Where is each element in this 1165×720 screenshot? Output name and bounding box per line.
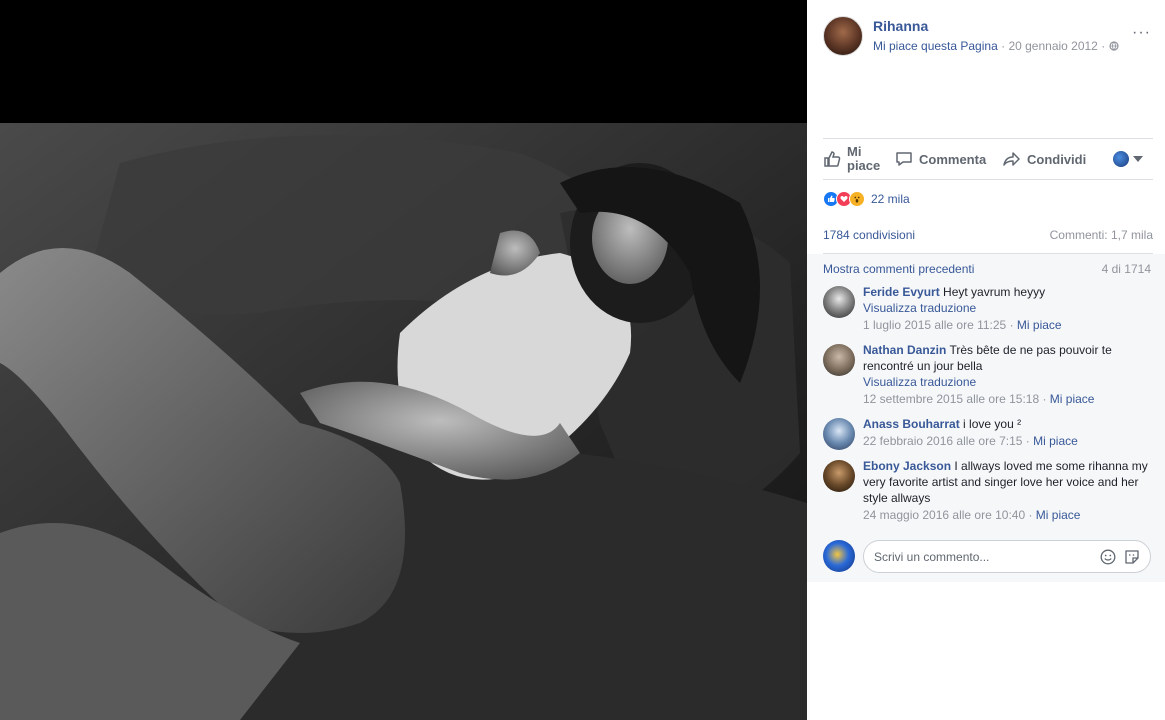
post-photo[interactable] (0, 123, 807, 720)
audience-selector[interactable] (1113, 139, 1143, 179)
user-globe-icon (1113, 151, 1129, 167)
comment-input-placeholder: Scrivi un commento... (874, 550, 990, 564)
comment-author[interactable]: Ebony Jackson (863, 459, 951, 473)
post-actions-bar: Mi piace Commenta Condividi (823, 138, 1153, 180)
comment-meta: 22 febbraio 2016 alle ore 7:15 · Mi piac… (863, 434, 1078, 448)
more-options-icon[interactable]: ··· (1132, 24, 1151, 42)
privacy-globe-icon (1108, 41, 1119, 51)
panel-blank-area (807, 582, 1165, 720)
comments-section: Mostra commenti precedenti 4 di 1714 Fer… (807, 254, 1165, 582)
post-meta: Mi piace questa Pagina · 20 gennaio 2012… (873, 39, 1119, 53)
post-date[interactable]: 20 gennaio 2012 (1008, 39, 1097, 53)
reactions-summary[interactable]: 22 mila (823, 190, 910, 208)
see-translation-link[interactable]: Visualizza traduzione (863, 300, 1153, 316)
commenter-avatar[interactable] (823, 418, 855, 450)
share-button[interactable]: Condividi (1003, 139, 1086, 179)
like-page-link[interactable]: Mi piace questa Pagina (873, 39, 998, 53)
chevron-down-icon (1133, 156, 1143, 162)
comment-body: Feride Evyurt Heyt yavrum heyyy Visualiz… (863, 284, 1153, 333)
comment-body: Anass Bouharrat i love you ² 22 febbraio… (863, 416, 1153, 449)
comment-author[interactable]: Nathan Danzin (863, 343, 946, 357)
comment-text: i love you ² (963, 417, 1022, 431)
post-side-panel: Rihanna Mi piace questa Pagina · 20 genn… (807, 0, 1165, 720)
comment-item: Nathan Danzin Très bête de ne pas pouvoi… (823, 342, 1153, 410)
comments-count[interactable]: Commenti: 1,7 mila (1050, 228, 1153, 242)
post-stats: 1784 condivisioni Commenti: 1,7 mila (823, 228, 1153, 244)
comment-like-link[interactable]: Mi piace (1033, 434, 1078, 448)
comment-meta: 24 maggio 2016 alle ore 10:40 · Mi piace (863, 508, 1081, 522)
thumbs-up-icon (824, 151, 841, 167)
comment-item: Anass Bouharrat i love you ² 22 febbraio… (823, 416, 1153, 452)
meta-separator-2: · (1101, 39, 1106, 53)
show-previous-comments-link[interactable]: Mostra commenti precedenti (823, 262, 974, 276)
commenter-avatar[interactable] (823, 460, 855, 492)
like-button[interactable]: Mi piace (823, 139, 887, 179)
post-header: Rihanna Mi piace questa Pagina · 20 genn… (823, 16, 1153, 56)
page-name-link[interactable]: Rihanna (873, 18, 928, 34)
like-label: Mi piace (847, 144, 881, 173)
photo-viewer (0, 0, 807, 720)
commenter-avatar[interactable] (823, 286, 855, 318)
see-translation-link[interactable]: Visualizza traduzione (863, 374, 1153, 390)
share-arrow-icon (1003, 152, 1020, 166)
comment-bubble-icon (896, 152, 912, 166)
comment-like-link[interactable]: Mi piace (1036, 508, 1081, 522)
comment-meta: 12 settembre 2015 alle ore 15:18 · Mi pi… (863, 392, 1095, 406)
shares-count[interactable]: 1784 condivisioni (823, 228, 915, 242)
emoji-icon[interactable] (1100, 549, 1116, 565)
commenter-avatar[interactable] (823, 344, 855, 376)
comment-author[interactable]: Feride Evyurt (863, 285, 940, 299)
comment-like-link[interactable]: Mi piace (1017, 318, 1062, 332)
sticker-icon[interactable] (1124, 549, 1140, 565)
comment-timestamp[interactable]: 1 luglio 2015 alle ore 11:25 (863, 318, 1006, 332)
comment-timestamp[interactable]: 22 febbraio 2016 alle ore 7:15 (863, 434, 1022, 448)
comment-label: Commenta (919, 151, 987, 167)
comment-item: Ebony Jackson I allways loved me some ri… (823, 458, 1153, 528)
comment-composer: Scrivi un commento... (823, 540, 1153, 574)
comment-input[interactable]: Scrivi un commento... (863, 540, 1151, 573)
comment-author[interactable]: Anass Bouharrat (863, 417, 960, 431)
page-avatar[interactable] (823, 16, 863, 56)
comment-body: Ebony Jackson I allways loved me some ri… (863, 458, 1153, 523)
comment-button[interactable]: Commenta (895, 139, 986, 179)
meta-separator: · (1001, 39, 1006, 53)
comment-like-link[interactable]: Mi piace (1050, 392, 1095, 406)
comment-text: Heyt yavrum heyyy (943, 285, 1046, 299)
comment-timestamp[interactable]: 12 settembre 2015 alle ore 15:18 (863, 392, 1039, 406)
share-label: Condividi (1027, 151, 1087, 167)
comment-meta: 1 luglio 2015 alle ore 11:25 · Mi piace (863, 318, 1062, 332)
comment-item: Feride Evyurt Heyt yavrum heyyy Visualiz… (823, 284, 1153, 336)
comment-body: Nathan Danzin Très bête de ne pas pouvoi… (863, 342, 1153, 407)
comment-timestamp[interactable]: 24 maggio 2016 alle ore 10:40 (863, 508, 1025, 522)
reactions-count[interactable]: 22 mila (871, 192, 910, 206)
comments-pager: 4 di 1714 (1101, 262, 1151, 276)
current-user-avatar[interactable] (823, 540, 855, 572)
wow-reaction-icon (849, 191, 865, 207)
